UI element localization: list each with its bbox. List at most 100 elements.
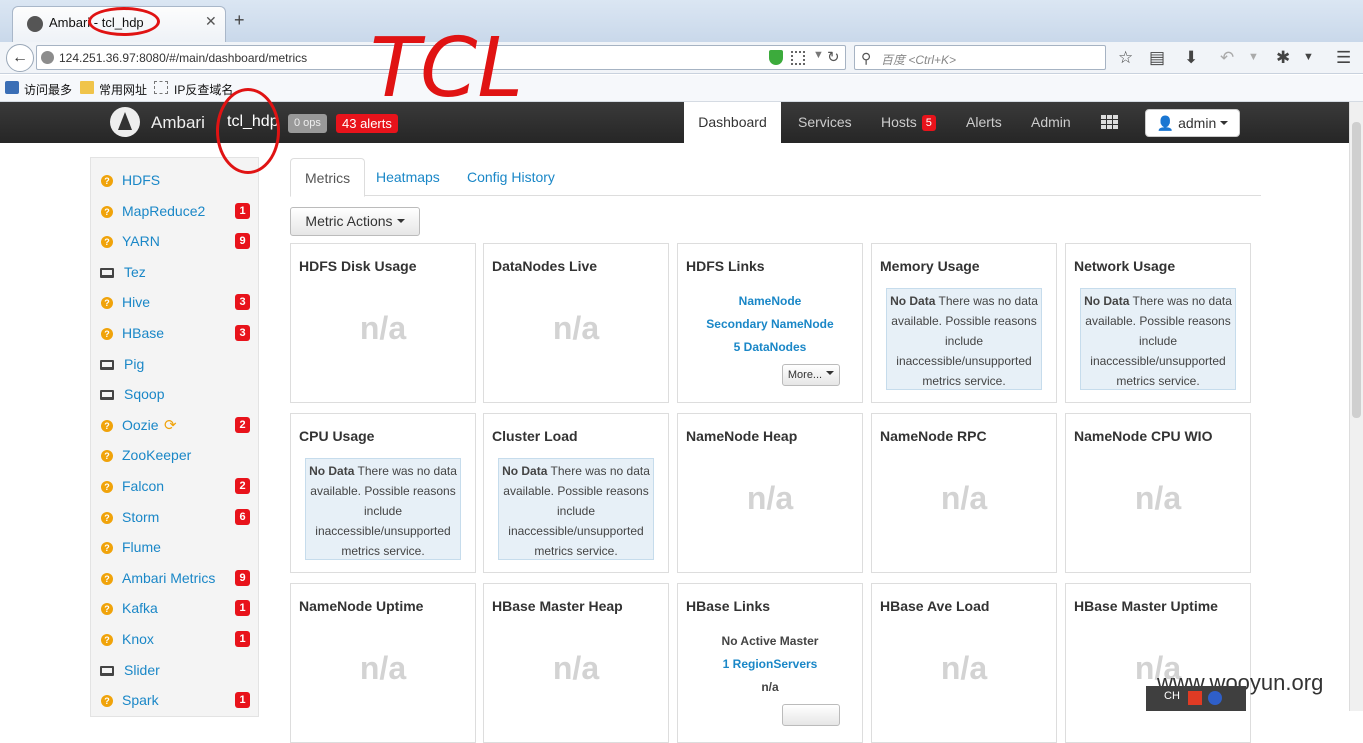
sidebar-item-label[interactable]: Storm [122, 509, 159, 525]
alert-count-badge[interactable]: 1 [235, 631, 250, 647]
alert-count-badge[interactable]: 3 [235, 325, 250, 341]
alert-count-badge[interactable]: 6 [235, 508, 250, 525]
bookmark-most-visited[interactable]: 访问最多 [24, 81, 72, 98]
sidebar-item-label[interactable]: ZooKeeper [122, 447, 191, 463]
help-icon[interactable] [1208, 691, 1222, 705]
star-icon[interactable]: ☆ [1118, 48, 1133, 68]
tab-heatmaps[interactable]: Heatmaps [362, 158, 454, 196]
ime-language[interactable]: CH [1164, 690, 1180, 702]
site-info-icon[interactable] [41, 51, 54, 64]
url-dropdown-icon[interactable]: ▼ [813, 49, 824, 61]
sidebar-item-service[interactable]: ? Spark 1 [91, 688, 259, 718]
metric-widget[interactable]: HDFS Links NameNode Secondary NameNode 5 Da… [677, 243, 863, 403]
back-button[interactable]: ← [6, 44, 34, 72]
metric-widget[interactable]: HBase Ave Load n/a [871, 583, 1057, 743]
nav-hosts[interactable]: Hosts 5 [881, 102, 936, 143]
undo-dropdown-icon[interactable]: ▼ [1248, 51, 1259, 63]
metric-widget[interactable]: HDFS Disk Usage n/a [290, 243, 476, 403]
metric-actions-button[interactable]: Metric Actions [290, 207, 420, 236]
addon-icon[interactable]: ✱ [1276, 48, 1290, 68]
sidebar-item-label[interactable]: HBase [122, 325, 164, 341]
sidebar-item-label[interactable]: Kafka [122, 600, 158, 616]
sidebar-item-service[interactable]: ? Flume [91, 535, 259, 565]
metric-widget[interactable]: DataNodes Live n/a [483, 243, 669, 403]
nav-dashboard[interactable]: Dashboard [684, 102, 781, 143]
ime-toolbar[interactable]: CH [1146, 686, 1246, 711]
alert-count-badge[interactable]: 9 [235, 233, 250, 250]
addon-dropdown-icon[interactable]: ▼ [1303, 51, 1314, 63]
search-bar[interactable]: ⚲ 百度 <Ctrl+K> [854, 45, 1106, 70]
user-menu-button[interactable]: 👤 admin [1145, 109, 1240, 137]
sidebar-item-service[interactable]: ? Falcon 2 [91, 474, 259, 504]
ambari-logo-icon[interactable] [110, 107, 140, 137]
menu-icon[interactable]: ☰ [1336, 48, 1351, 68]
sidebar-item-label[interactable]: Slider [124, 662, 160, 678]
metric-widget[interactable]: NameNode Uptime n/a [290, 583, 476, 743]
sidebar-item-label[interactable]: Hive [122, 294, 150, 310]
more-button[interactable] [782, 704, 840, 726]
sidebar-item-label[interactable]: Oozie [122, 417, 159, 433]
sidebar-item-label[interactable]: Tez [124, 264, 146, 280]
metric-widget[interactable]: HBase Links No Active Master 1 RegionServe… [677, 583, 863, 743]
sidebar-item-service[interactable]: ? Knox 1 [91, 627, 259, 657]
sidebar-item-service[interactable]: Tez [91, 260, 259, 290]
widget-link[interactable]: 1 RegionServers [678, 657, 862, 671]
sidebar-item-service[interactable]: ? Oozie ⟳ 2 [91, 413, 259, 443]
alerts-badge[interactable]: 43 alerts [336, 114, 398, 133]
alert-count-badge[interactable]: 1 [235, 202, 250, 219]
metric-widget[interactable]: CPU Usage No Data There was no data avail… [290, 413, 476, 573]
widget-link[interactable]: NameNode [678, 294, 862, 308]
sidebar-item-service[interactable]: ? Storm 6 [91, 505, 259, 535]
page-scrollbar[interactable] [1349, 102, 1363, 711]
sidebar-item-service[interactable]: ? Ambari Metrics 9 [91, 566, 259, 596]
brand-name[interactable]: Ambari [151, 113, 205, 133]
new-tab-icon[interactable]: + [234, 10, 245, 31]
bookmarks-menu-icon[interactable] [5, 81, 19, 94]
download-icon[interactable]: ⬇ [1184, 48, 1198, 68]
sidebar-item-label[interactable]: HDFS [122, 172, 160, 188]
metric-widget[interactable]: Memory Usage No Data There was no data av… [871, 243, 1057, 403]
nav-admin[interactable]: Admin [1031, 102, 1071, 143]
sidebar-item-service[interactable]: ? HDFS [91, 168, 259, 198]
tab-metrics[interactable]: Metrics [290, 158, 366, 197]
sidebar-item-service[interactable]: ? Hive 3 [91, 290, 259, 320]
bookmark-common-sites[interactable]: 常用网址 [99, 81, 147, 98]
sidebar-item-service[interactable]: ? MapReduce2 1 [91, 199, 259, 229]
sidebar-item-label[interactable]: Sqoop [124, 386, 164, 402]
nav-alerts[interactable]: Alerts [966, 102, 1002, 143]
metric-widget[interactable]: Cluster Load No Data There was no data av… [483, 413, 669, 573]
metric-widget[interactable]: NameNode RPC n/a [871, 413, 1057, 573]
alert-count-badge[interactable]: 9 [235, 569, 250, 586]
shield-icon[interactable] [769, 50, 783, 65]
sidebar-item-service[interactable]: Sqoop [91, 382, 259, 412]
sogou-icon[interactable] [1188, 691, 1202, 705]
reload-icon[interactable]: ↻ [827, 48, 840, 66]
scrollbar-thumb[interactable] [1352, 122, 1361, 418]
sidebar-item-service[interactable]: Pig [91, 352, 259, 382]
undo-icon[interactable]: ↶ [1220, 48, 1234, 68]
sidebar-item-label[interactable]: YARN [122, 233, 160, 249]
tab-config-history[interactable]: Config History [453, 158, 569, 196]
bookmark-ip-lookup[interactable]: IP反查域名 [174, 81, 233, 98]
reading-list-icon[interactable]: ▤ [1149, 48, 1165, 68]
url-text[interactable]: 124.251.36.97:8080/#/main/dashboard/metr… [59, 51, 307, 65]
more-button[interactable]: More... [782, 364, 840, 386]
sidebar-item-label[interactable]: Falcon [122, 478, 164, 494]
sidebar-item-service[interactable]: ? Kafka 1 [91, 596, 259, 626]
alert-count-badge[interactable]: 2 [235, 416, 250, 433]
metric-widget[interactable]: NameNode CPU WIO n/a [1065, 413, 1251, 573]
widget-link[interactable]: 5 DataNodes [678, 340, 862, 354]
search-placeholder[interactable]: 百度 <Ctrl+K> [881, 51, 956, 68]
sidebar-item-service[interactable]: ? YARN 9 [91, 229, 259, 259]
ops-badge[interactable]: 0 ops [288, 114, 327, 133]
metric-widget[interactable]: HBase Master Uptime n/a [1065, 583, 1251, 743]
metric-widget[interactable]: Network Usage No Data There was no data a… [1065, 243, 1251, 403]
alert-count-badge[interactable]: 1 [235, 692, 250, 709]
sidebar-item-service[interactable]: ? HBase 3 [91, 321, 259, 351]
metric-widget[interactable]: HBase Master Heap n/a [483, 583, 669, 743]
qr-code-icon[interactable] [791, 51, 805, 65]
close-tab-icon[interactable]: ✕ [205, 13, 217, 30]
sidebar-item-label[interactable]: Ambari Metrics [122, 570, 215, 586]
sidebar-item-service[interactable]: Slider [91, 658, 259, 688]
sidebar-item-label[interactable]: MapReduce2 [122, 203, 205, 219]
